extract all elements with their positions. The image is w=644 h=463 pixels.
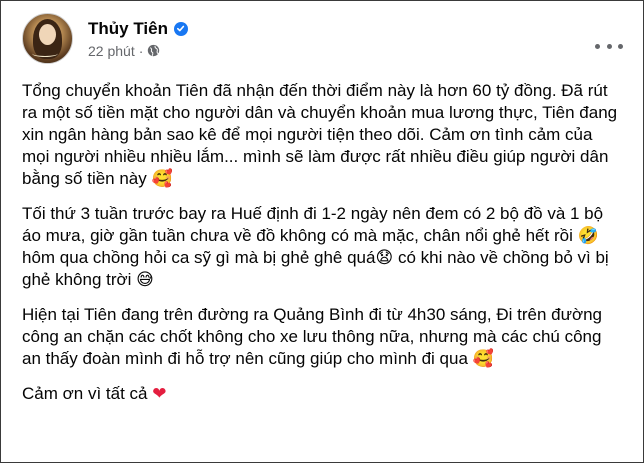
smiling-face-with-hearts-icon: 🥰 [472, 349, 494, 369]
post-content: Tổng chuyển khoản Tiên đã nhận đến thời … [22, 80, 622, 418]
post-header: Thủy Tiên 22 phút · [22, 13, 188, 64]
post-paragraph-2: Tối thứ 3 tuần trước bay ra Huế định đi … [22, 203, 622, 291]
grinning-sweat-icon: 😅 [136, 270, 154, 290]
verified-badge-icon [173, 21, 188, 36]
post-timestamp[interactable]: 22 phút [88, 43, 135, 59]
more-options-icon[interactable] [595, 39, 623, 53]
author-avatar[interactable] [22, 13, 73, 64]
post-paragraph-3: Hiện tại Tiên đang trên đường ra Quảng B… [22, 304, 622, 370]
post-paragraph-1: Tổng chuyển khoản Tiên đã nhận đến thời … [22, 80, 622, 190]
paragraph-text: hôm qua chồng hỏi ca sỹ gì mà bị ghẻ ghê… [22, 248, 376, 267]
paragraph-text: Tối thứ 3 tuần trước bay ra Huế định đi … [22, 204, 604, 245]
paragraph-text: Hiện tại Tiên đang trên đường ra Quảng B… [22, 305, 603, 368]
globe-icon[interactable] [147, 44, 160, 57]
meta-separator: · [138, 42, 144, 59]
smiling-face-with-hearts-icon: 🥰 [151, 169, 173, 189]
avatar-face [39, 24, 56, 45]
rolling-laughing-icon: 🤣 [577, 226, 599, 246]
avatar-signature [32, 50, 58, 57]
author-name[interactable]: Thủy Tiên [88, 19, 168, 39]
paragraph-text: Cảm ơn vì tất cả [22, 384, 148, 403]
post-meta: Thủy Tiên 22 phút · [88, 19, 188, 59]
author-row: Thủy Tiên [88, 19, 188, 39]
more-dot [606, 43, 612, 49]
post-time-row: 22 phút · [88, 43, 188, 59]
post-paragraph-4: Cảm ơn vì tất cả ❤ [22, 383, 622, 405]
paragraph-text: Tổng chuyển khoản Tiên đã nhận đến thời … [22, 81, 618, 188]
more-dot [618, 43, 623, 49]
red-heart-icon: ❤ [152, 384, 167, 404]
anguished-face-icon: 😧 [375, 248, 394, 268]
more-dot [595, 43, 600, 49]
facebook-post: Thủy Tiên 22 phút · Tổng chuyển khoản Ti… [0, 0, 644, 463]
